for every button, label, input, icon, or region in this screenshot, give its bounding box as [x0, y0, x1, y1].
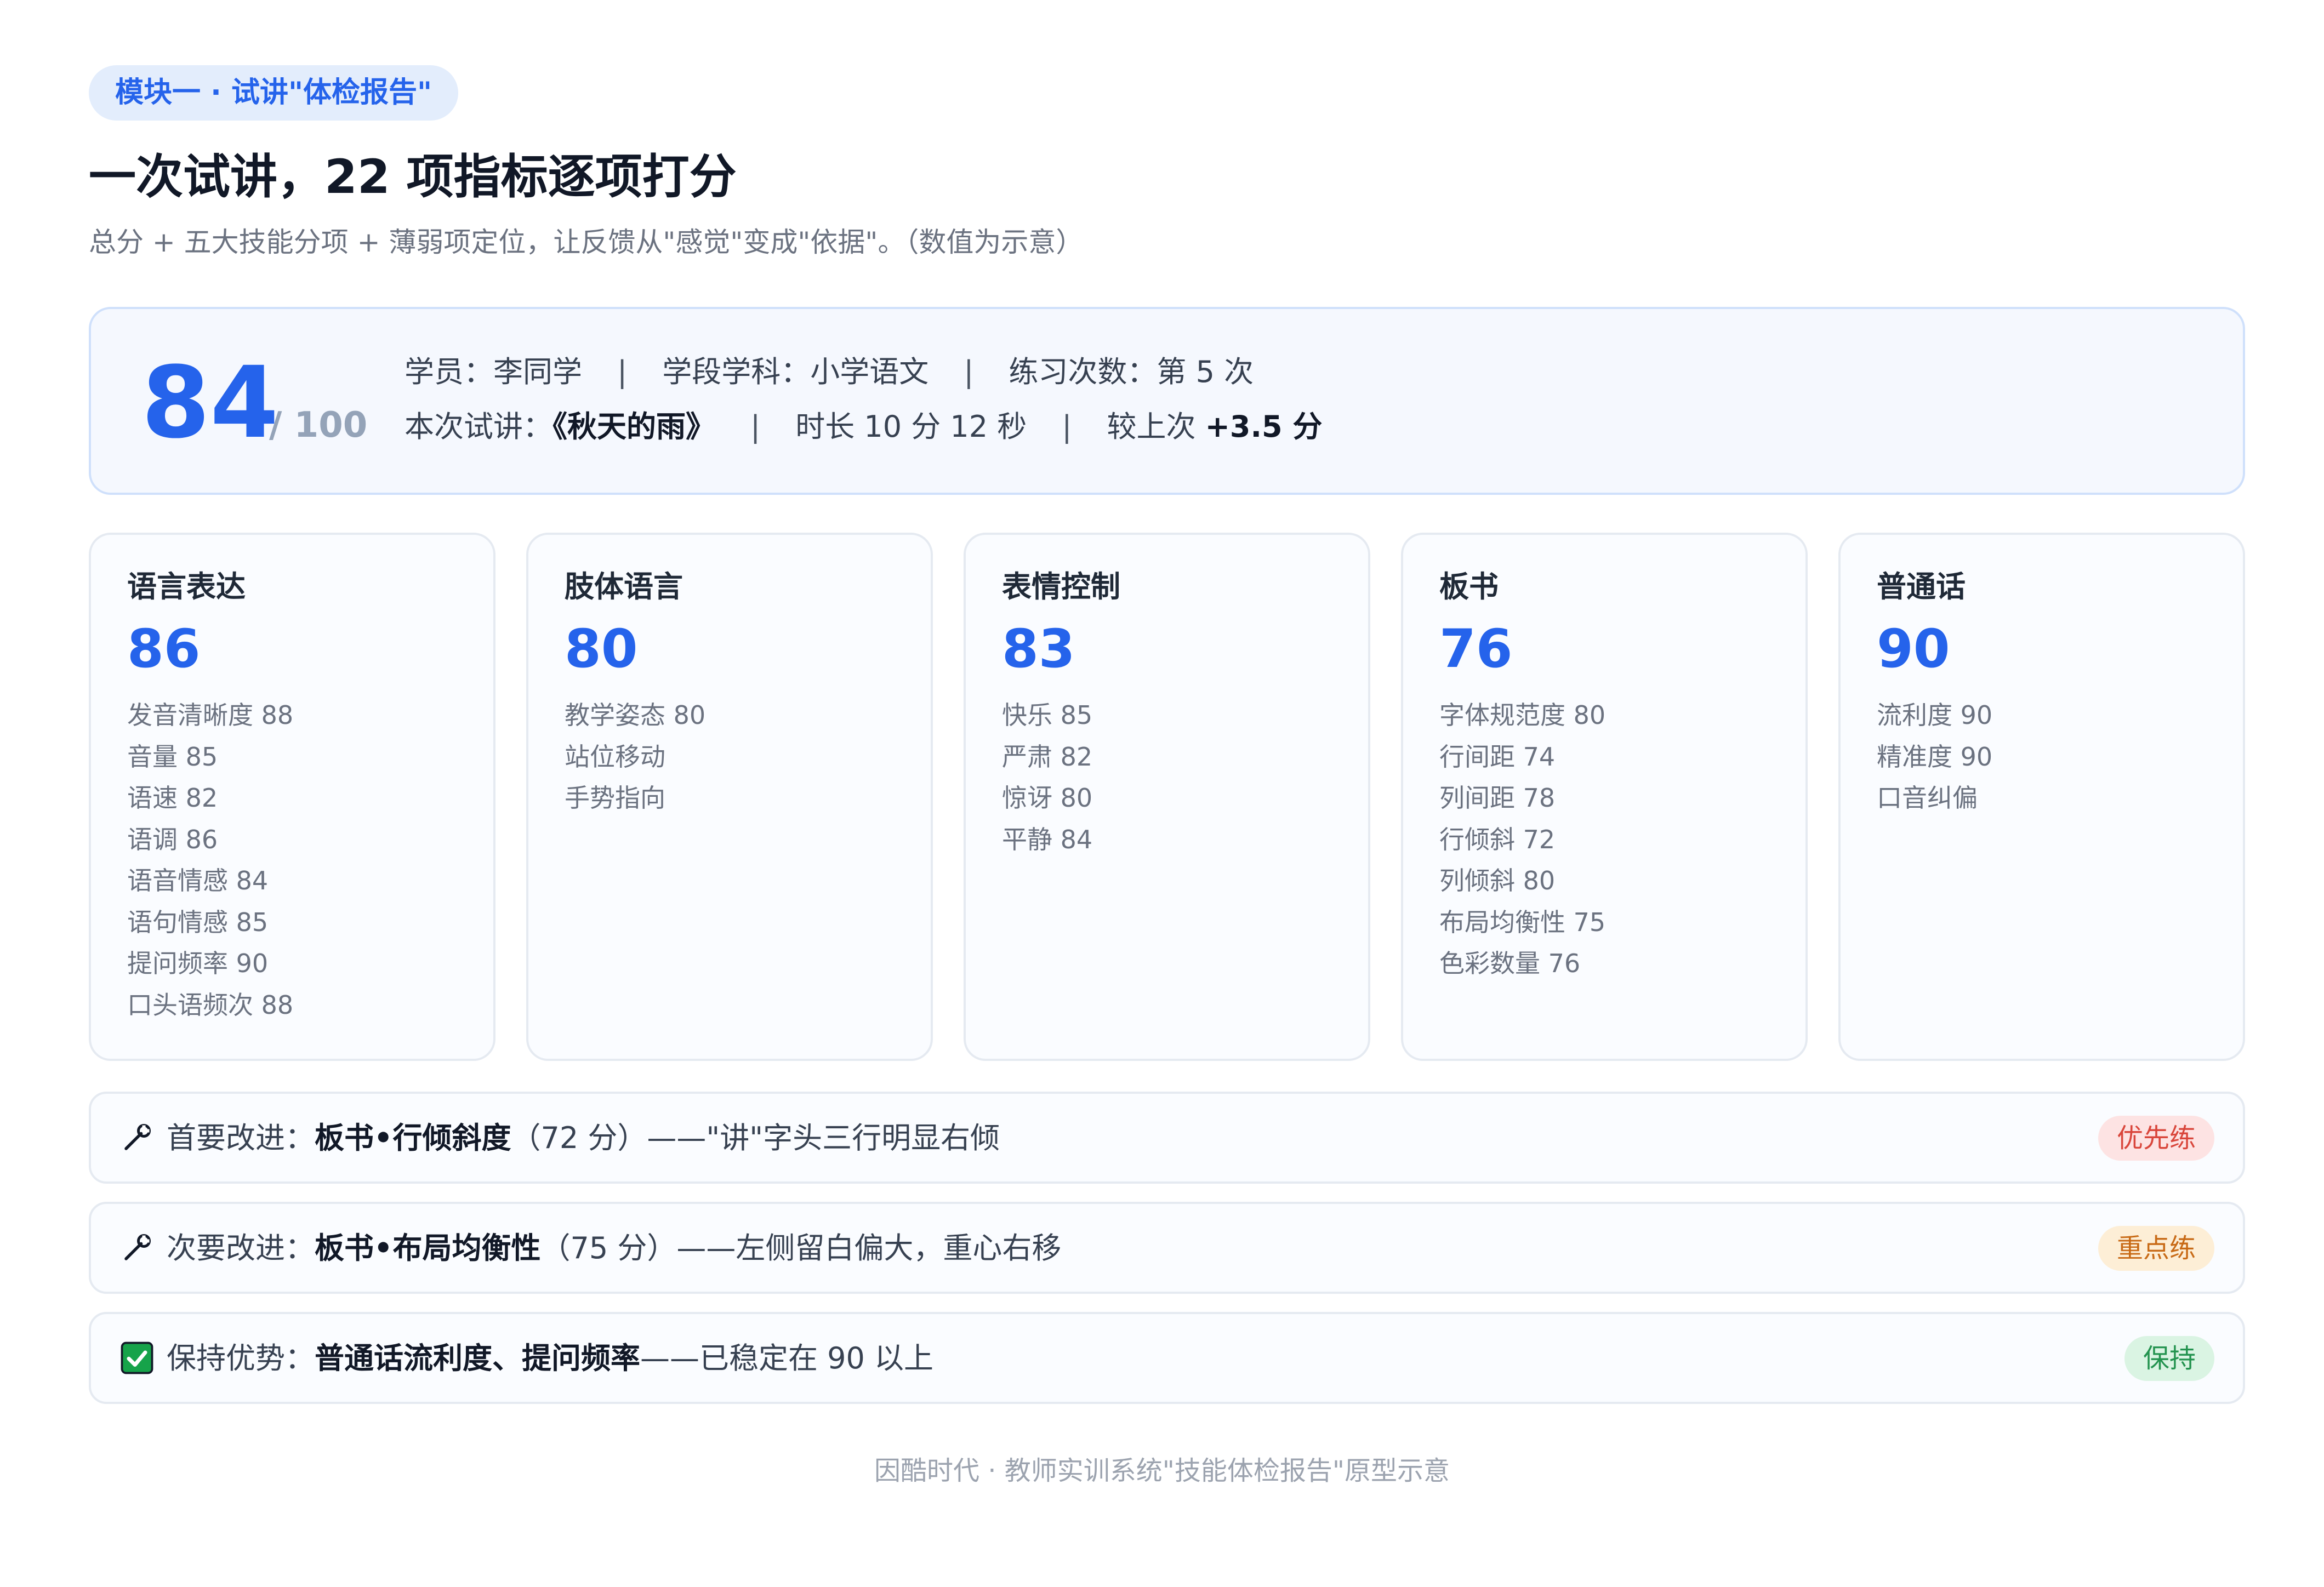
skill-name: 板书 — [1439, 569, 1499, 604]
skill-item: 严肃 82 — [1002, 741, 1093, 772]
focus-badge: 重点练 — [2098, 1226, 2214, 1271]
compare-label: 较上次 — [1107, 409, 1196, 444]
footer-caption: 因酷时代 · 教师实训系统"技能体检报告"原型示意 — [874, 1455, 1450, 1486]
skill-score: 80 — [565, 618, 638, 680]
skill-item: 发音清晰度 88 — [127, 700, 294, 730]
improvement-label: 首要改进： — [167, 1121, 315, 1155]
skill-score: 83 — [1002, 618, 1075, 680]
skill-item: 列间距 78 — [1439, 783, 1556, 813]
skill-item: 平静 84 — [1002, 824, 1093, 854]
improvement-text: 首要改进：板书•行倾斜度（72 分）——"讲"字头三行明显右倾 — [167, 1123, 1000, 1153]
check-icon — [121, 1341, 153, 1374]
duration: 时长 10 分 12 秒 — [795, 409, 1027, 444]
skill-item: 惊讶 80 — [1002, 783, 1093, 813]
practice-label: 练习次数： — [1009, 355, 1157, 389]
max-score: / 100 — [269, 405, 368, 446]
skill-card-language: 语言表达 86 发音清晰度 88 音量 85 语速 82 语调 86 语音情感 … — [89, 533, 495, 1061]
priority-badge: 优先练 — [2098, 1116, 2214, 1161]
subject-label: 学段学科： — [662, 355, 811, 389]
improvement-secondary: 次要改进：板书•布局均衡性（75 分）——左侧留白偏大，重心右移 重点练 — [89, 1202, 2245, 1294]
skill-item: 列倾斜 80 — [1439, 866, 1556, 895]
student-info-line: 学员：李同学 | 学段学科：小学语文 | 练习次数：第 5 次 — [405, 357, 1254, 387]
improvement-text: 保持优势：普通话流利度、提问频率——已稳定在 90 以上 — [167, 1344, 933, 1373]
improvement-text: 次要改进：板书•布局均衡性（75 分）——左侧留白偏大，重心右移 — [167, 1234, 1061, 1263]
keep-badge: 保持 — [2124, 1336, 2214, 1381]
skill-item-list: 教学姿态 80 站位移动 手势指向 — [565, 703, 705, 827]
skill-item: 站位移动 — [565, 741, 665, 772]
lesson-title: 《秋天的雨》 — [552, 409, 715, 444]
module-pill: 模块一 · 试讲"体检报告" — [89, 65, 459, 121]
skill-card-blackboard: 板书 76 字体规范度 80 行间距 74 列间距 78 行倾斜 72 列倾斜 … — [1401, 533, 1808, 1061]
strength-keep: 保持优势：普通话流利度、提问频率——已稳定在 90 以上 保持 — [89, 1312, 2245, 1404]
student-name: 李同学 — [493, 355, 582, 389]
page-title: 一次试讲，22 项指标逐项打分 — [89, 150, 737, 204]
skill-item-list: 流利度 90 精准度 90 口音纠偏 — [1877, 703, 1992, 827]
skill-item: 布局均衡性 75 — [1439, 907, 1606, 937]
skill-item: 语速 82 — [127, 783, 218, 813]
improvement-focus: 板书•行倾斜度 — [315, 1121, 511, 1155]
skill-item-list: 快乐 85 严肃 82 惊讶 80 平静 84 — [1002, 703, 1092, 868]
lesson-info-line: 本次试讲：《秋天的雨》 | 时长 10 分 12 秒 | 较上次 +3.5 分 — [405, 412, 1322, 442]
skill-card-mandarin: 普通话 90 流利度 90 精准度 90 口音纠偏 — [1838, 533, 2245, 1061]
skill-item: 提问频率 90 — [127, 949, 269, 978]
skill-score: 76 — [1439, 618, 1513, 680]
improvement-label: 保持优势： — [167, 1341, 315, 1375]
skill-score: 90 — [1877, 618, 1950, 680]
skill-item: 口音纠偏 — [1877, 783, 1978, 813]
student-label: 学员： — [405, 355, 493, 389]
improvement-detail: ——已稳定在 90 以上 — [640, 1341, 934, 1375]
skill-item-list: 字体规范度 80 行间距 74 列间距 78 行倾斜 72 列倾斜 80 布局均… — [1439, 703, 1605, 992]
skill-name: 普通话 — [1877, 569, 1966, 604]
skill-item: 口头语频次 88 — [127, 990, 294, 1020]
total-score: 84 — [141, 346, 279, 460]
skill-score: 86 — [127, 618, 201, 680]
skill-item: 色彩数量 76 — [1439, 949, 1581, 978]
skill-item: 语句情感 85 — [127, 907, 269, 937]
skill-item: 精准度 90 — [1877, 741, 1993, 772]
skill-item: 行间距 74 — [1439, 741, 1556, 772]
improvement-primary: 首要改进：板书•行倾斜度（72 分）——"讲"字头三行明显右倾 优先练 — [89, 1092, 2245, 1184]
skill-name: 肢体语言 — [565, 569, 683, 604]
separator: | — [617, 355, 628, 389]
skill-item: 语音情感 84 — [127, 866, 269, 895]
skill-item: 字体规范度 80 — [1439, 700, 1606, 730]
separator: | — [750, 409, 761, 444]
summary-card: 84 / 100 学员：李同学 | 学段学科：小学语文 | 练习次数：第 5 次 本次试… — [89, 307, 2245, 495]
skill-item: 音量 85 — [127, 741, 218, 772]
wrench-icon — [124, 1234, 151, 1260]
improvement-label: 次要改进： — [167, 1231, 315, 1265]
improvement-focus: 板书•布局均衡性 — [315, 1231, 541, 1265]
skill-item: 流利度 90 — [1877, 700, 1993, 730]
skill-item: 手势指向 — [565, 783, 665, 813]
skill-item: 语调 86 — [127, 824, 218, 854]
skill-item: 行倾斜 72 — [1439, 824, 1556, 854]
separator: | — [1062, 409, 1072, 444]
skill-name: 表情控制 — [1002, 569, 1120, 604]
skill-item: 教学姿态 80 — [565, 700, 706, 730]
lesson-label: 本次试讲： — [405, 409, 552, 444]
skill-card-expression: 表情控制 83 快乐 85 严肃 82 惊讶 80 平静 84 — [964, 533, 1370, 1061]
skill-name: 语言表达 — [127, 569, 246, 604]
improvement-detail: （75 分）——左侧留白偏大，重心右移 — [540, 1231, 1062, 1265]
practice-value: 第 5 次 — [1157, 355, 1254, 389]
skill-card-body-language: 肢体语言 80 教学姿态 80 站位移动 手势指向 — [526, 533, 933, 1061]
subject-value: 小学语文 — [810, 355, 929, 389]
skill-item: 快乐 85 — [1002, 700, 1093, 730]
wrench-icon — [124, 1124, 151, 1150]
skill-item-list: 发音清晰度 88 音量 85 语速 82 语调 86 语音情感 84 语句情感 … — [127, 703, 293, 1034]
improvement-detail: （72 分）——"讲"字头三行明显右倾 — [511, 1121, 1000, 1155]
page-subtitle: 总分 + 五大技能分项 + 薄弱项定位，让反馈从"感觉"变成"依据"。（数值为示… — [89, 226, 1084, 258]
compare-value: +3.5 分 — [1205, 409, 1323, 444]
report-page: 模块一 · 试讲"体检报告" 一次试讲，22 项指标逐项打分 总分 + 五大技能… — [0, 0, 2324, 1587]
separator: | — [964, 355, 974, 389]
improvement-focus: 普通话流利度、提问频率 — [315, 1341, 640, 1375]
